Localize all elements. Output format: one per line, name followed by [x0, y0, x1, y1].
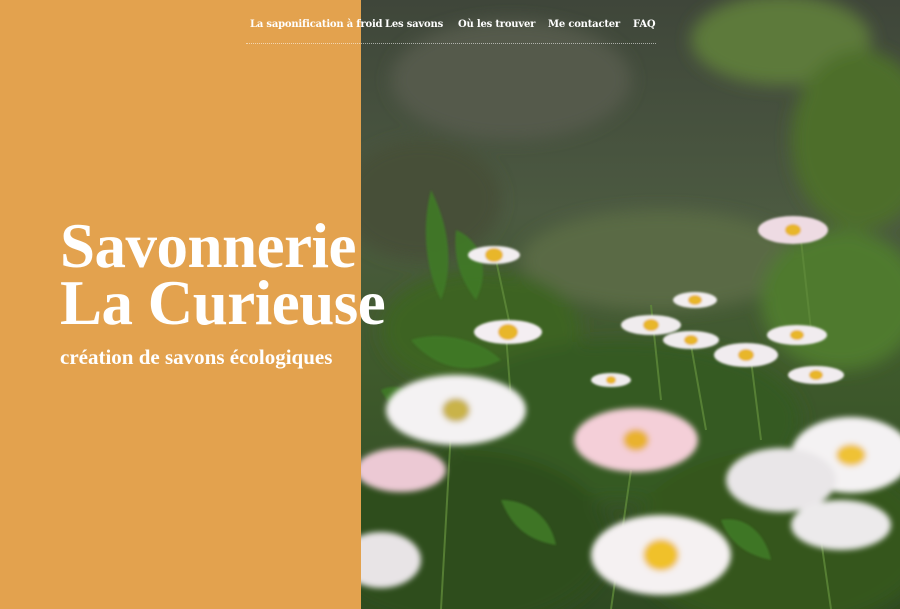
daisies-photo — [361, 0, 900, 609]
site-title: Savonnerie La Curieuse — [60, 211, 386, 338]
site-title-line-2: La Curieuse — [60, 268, 386, 338]
nav-link-contact[interactable]: Me contacter — [548, 19, 620, 30]
nav-link-saponification[interactable]: La saponification à froid — [250, 19, 383, 30]
site-tagline: création de savons écologiques — [60, 345, 333, 369]
nav-link-savons[interactable]: Les savons — [385, 19, 443, 30]
landing-page: La saponification à froid Les savons Où … — [0, 0, 900, 609]
nav-link-ou-les-trouver[interactable]: Où les trouver — [458, 19, 535, 30]
main-nav: La saponification à froid Les savons Où … — [246, 12, 656, 44]
site-title-line-1: Savonnerie — [60, 211, 357, 281]
nav-link-faq[interactable]: FAQ — [633, 19, 656, 30]
